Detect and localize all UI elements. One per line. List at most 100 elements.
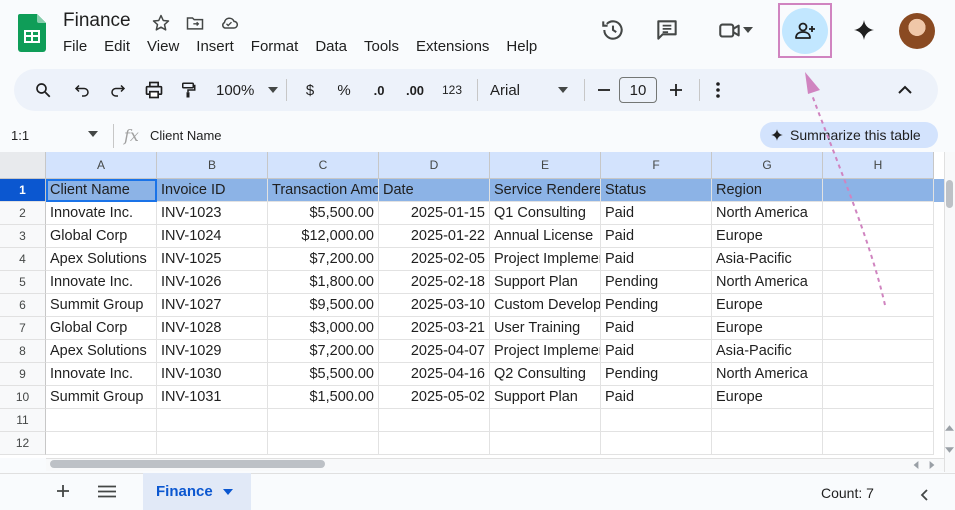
table-cell[interactable]: Europe	[712, 317, 823, 340]
table-cell[interactable]: Asia-Pacific	[712, 340, 823, 363]
table-cell[interactable]	[823, 271, 934, 294]
search-menus-icon[interactable]	[30, 75, 56, 105]
table-cell[interactable]: $12,000.00	[268, 225, 379, 248]
gemini-icon[interactable]	[846, 12, 882, 48]
table-cell[interactable]: INV-1024	[157, 225, 268, 248]
font-select[interactable]: Arial	[486, 75, 576, 105]
selection-count[interactable]: Count: 7	[821, 485, 874, 501]
star-icon[interactable]	[150, 12, 172, 34]
table-cell[interactable]	[268, 409, 379, 432]
table-cell[interactable]: $5,500.00	[268, 202, 379, 225]
table-cell[interactable]: Apex Solutions	[46, 340, 157, 363]
menu-extensions[interactable]: Extensions	[416, 38, 489, 55]
table-cell[interactable]: Europe	[712, 294, 823, 317]
spreadsheet-grid[interactable]: A B C D E F G H 1 2 3 4 5 6 7 8 9 10 11 12 Client Name Invoic…	[0, 152, 944, 458]
table-cell[interactable]	[157, 409, 268, 432]
increase-decimal-button[interactable]: .00	[395, 75, 435, 105]
table-cell[interactable]: INV-1025	[157, 248, 268, 271]
table-cell[interactable]: Paid	[601, 225, 712, 248]
collapse-toolbar-icon[interactable]	[890, 75, 920, 105]
table-cell[interactable]: Innovate Inc.	[46, 363, 157, 386]
scroll-right-icon[interactable]	[929, 461, 935, 469]
table-cell[interactable]: INV-1026	[157, 271, 268, 294]
table-cell[interactable]: Paid	[601, 248, 712, 271]
scroll-up-icon[interactable]	[945, 425, 954, 431]
table-cell[interactable]	[157, 432, 268, 455]
sheet-tab-finance[interactable]: Finance	[143, 473, 251, 510]
table-cell[interactable]: 2025-04-07	[379, 340, 490, 363]
share-button[interactable]	[782, 7, 828, 54]
table-cell[interactable]: Paid	[601, 317, 712, 340]
table-cell[interactable]: INV-1028	[157, 317, 268, 340]
table-cell[interactable]: Summit Group	[46, 294, 157, 317]
table-cell[interactable]	[823, 225, 934, 248]
table-cell[interactable]: North America	[712, 202, 823, 225]
table-cell[interactable]: 2025-04-16	[379, 363, 490, 386]
table-cell[interactable]: Apex Solutions	[46, 248, 157, 271]
table-cell[interactable]: Europe	[712, 386, 823, 409]
more-formats-button[interactable]: 123	[435, 75, 469, 105]
menu-edit[interactable]: Edit	[104, 38, 130, 55]
table-cell[interactable]	[490, 432, 601, 455]
decrease-decimal-button[interactable]: .0	[363, 75, 395, 105]
scroll-left-icon[interactable]	[913, 461, 919, 469]
table-cell[interactable]: $9,500.00	[268, 294, 379, 317]
table-cell[interactable]: $7,200.00	[268, 248, 379, 271]
table-cell[interactable]	[823, 363, 934, 386]
table-cell[interactable]: INV-1030	[157, 363, 268, 386]
table-cell[interactable]: Summit Group	[46, 386, 157, 409]
paint-format-icon[interactable]	[172, 75, 204, 105]
table-cell[interactable]: Pending	[601, 271, 712, 294]
table-cell[interactable]	[823, 294, 934, 317]
menu-data[interactable]: Data	[315, 38, 347, 55]
table-cell[interactable]	[823, 409, 934, 432]
undo-icon[interactable]	[64, 75, 100, 105]
row-header-5[interactable]: 5	[0, 271, 46, 294]
version-history-icon[interactable]	[595, 12, 631, 48]
row-header-8[interactable]: 8	[0, 340, 46, 363]
table-cell[interactable]: $3,000.00	[268, 317, 379, 340]
scroll-down-icon[interactable]	[945, 447, 954, 453]
name-box[interactable]: 1:1	[11, 128, 29, 143]
table-cell[interactable]	[601, 432, 712, 455]
summarize-table-button[interactable]: Summarize this table	[760, 122, 938, 148]
table-cell[interactable]: $7,200.00	[268, 340, 379, 363]
menu-view[interactable]: View	[147, 38, 179, 55]
column-header-e[interactable]: E	[490, 152, 601, 179]
table-cell[interactable]: Paid	[601, 340, 712, 363]
table-cell[interactable]	[823, 432, 934, 455]
table-cell[interactable]	[823, 386, 934, 409]
formula-input[interactable]: Client Name	[150, 128, 222, 143]
side-panel-toggle-icon[interactable]	[920, 488, 928, 506]
menu-help[interactable]: Help	[506, 38, 537, 55]
column-header-h[interactable]: H	[823, 152, 934, 179]
table-cell[interactable]: 2025-01-15	[379, 202, 490, 225]
table-cell[interactable]: 2025-03-21	[379, 317, 490, 340]
print-icon[interactable]	[136, 75, 172, 105]
table-cell[interactable]: $1,500.00	[268, 386, 379, 409]
row-header-3[interactable]: 3	[0, 225, 46, 248]
table-cell[interactable]	[46, 432, 157, 455]
header-cell[interactable]: Region	[712, 179, 823, 202]
header-cell[interactable]: Status	[601, 179, 712, 202]
table-cell[interactable]: Support Plan	[490, 271, 601, 294]
table-cell[interactable]: Project Implementation	[490, 248, 601, 271]
row-header-4[interactable]: 4	[0, 248, 46, 271]
header-cell[interactable]: Service Rendered	[490, 179, 601, 202]
percent-format-button[interactable]: %	[325, 75, 363, 105]
table-cell[interactable]: 2025-03-10	[379, 294, 490, 317]
header-cell[interactable]	[823, 179, 934, 202]
table-cell[interactable]: Asia-Pacific	[712, 248, 823, 271]
table-cell[interactable]: INV-1027	[157, 294, 268, 317]
table-cell[interactable]: $5,500.00	[268, 363, 379, 386]
table-cell[interactable]: INV-1031	[157, 386, 268, 409]
table-cell[interactable]	[490, 409, 601, 432]
currency-format-button[interactable]: $	[295, 75, 325, 105]
table-cell[interactable]: Annual License	[490, 225, 601, 248]
row-header-9[interactable]: 9	[0, 363, 46, 386]
table-cell[interactable]: Q2 Consulting	[490, 363, 601, 386]
table-cell[interactable]	[268, 432, 379, 455]
meet-button[interactable]	[708, 12, 762, 48]
table-cell[interactable]: Pending	[601, 363, 712, 386]
header-cell[interactable]: Date	[379, 179, 490, 202]
